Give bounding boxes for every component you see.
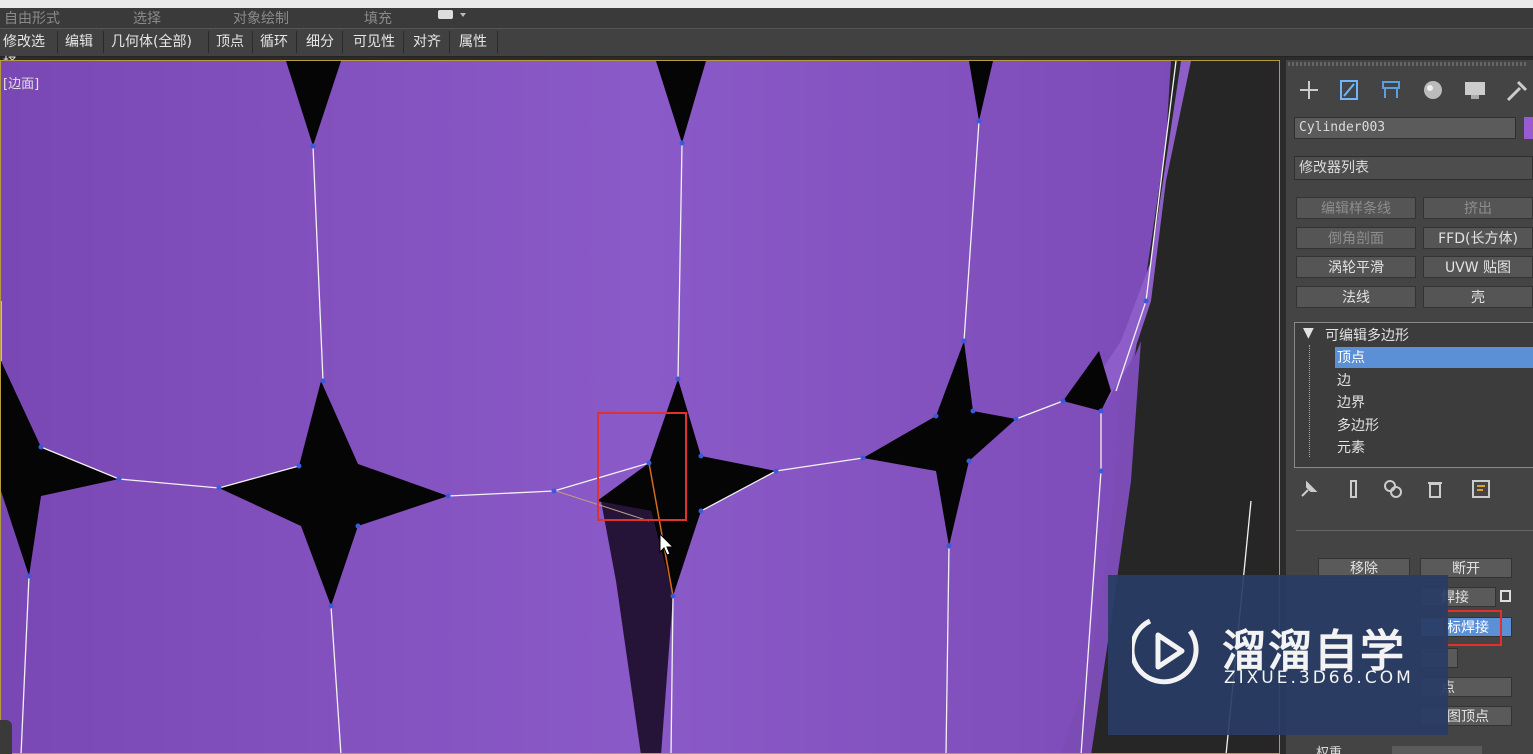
toolbar-edit[interactable]: 编辑 <box>62 31 104 53</box>
stack-item-border[interactable]: 边界 <box>1337 392 1365 412</box>
panel-tabs <box>1286 70 1533 110</box>
object-color-swatch[interactable] <box>1524 117 1533 139</box>
watermark-url: ZIXUE.3D66.COM <box>1224 668 1414 688</box>
modifier-button-normal[interactable]: 法线 <box>1296 286 1416 308</box>
weight-label: 权重 <box>1316 746 1343 754</box>
modifier-button-ffd-box[interactable]: FFD(长方体) <box>1423 227 1533 249</box>
toolbar-align[interactable]: 对齐 <box>410 31 450 53</box>
ribbon-options-icon[interactable] <box>438 8 472 26</box>
modify-icon[interactable] <box>1332 76 1366 104</box>
modifier-button-extrude[interactable]: 挤出 <box>1423 197 1533 219</box>
object-name-field[interactable]: Cylinder003 <box>1294 117 1516 139</box>
toolbar-loops[interactable]: 循环 <box>257 31 297 53</box>
modifier-list-dropdown[interactable]: 修改器列表 <box>1294 156 1533 180</box>
configure-sets-icon[interactable] <box>1470 478 1492 500</box>
expand-triangle-icon[interactable]: ▼ <box>1303 325 1314 341</box>
weld-settings-icon[interactable] <box>1500 590 1511 602</box>
ribbon-tab-object-paint[interactable]: 对象绘制 <box>233 8 289 28</box>
viewport-nav-stub[interactable] <box>0 720 12 754</box>
mouse-cursor-icon <box>659 532 675 561</box>
create-icon[interactable] <box>1290 76 1324 104</box>
toolbar-vertices[interactable]: 顶点 <box>213 31 253 53</box>
panel-grip[interactable] <box>1288 62 1528 66</box>
remove-modifier-icon[interactable] <box>1424 478 1446 500</box>
modifier-button-shell[interactable]: 壳 <box>1423 286 1533 308</box>
ribbon-tab-selection[interactable]: 选择 <box>133 8 161 28</box>
toolbar-properties[interactable]: 属性 <box>456 31 498 53</box>
toolbar-subdivision[interactable]: 细分 <box>303 31 343 53</box>
ribbon-tabs: 自由形式 选择 对象绘制 填充 <box>0 8 1533 28</box>
watermark-overlay: 溜溜自学 ZIXUE.3D66.COM <box>1108 575 1448 735</box>
stack-tools-row <box>1294 478 1529 504</box>
make-unique-icon[interactable] <box>1382 478 1404 500</box>
hierarchy-icon[interactable] <box>1374 76 1408 104</box>
panel-divider <box>1296 530 1533 531</box>
stack-item-edge[interactable]: 边 <box>1337 370 1351 390</box>
stack-item-element[interactable]: 元素 <box>1337 437 1365 457</box>
modifier-button-edit-spline[interactable]: 编辑样条线 <box>1296 197 1416 219</box>
motion-icon[interactable] <box>1416 76 1450 104</box>
target-weld-highlight-box <box>1444 610 1502 646</box>
pin-stack-icon[interactable] <box>1298 478 1320 500</box>
weight-spinner[interactable] <box>1392 746 1482 754</box>
modifier-button-uvw-map[interactable]: UVW 贴图 <box>1423 256 1533 278</box>
watermark-logo-icon <box>1129 615 1202 691</box>
ribbon-tab-freeform[interactable]: 自由形式 <box>4 8 60 28</box>
stack-item-polygon[interactable]: 多边形 <box>1337 415 1379 435</box>
stack-item-vertex[interactable]: 顶点 <box>1337 347 1365 367</box>
display-icon[interactable] <box>1458 76 1492 104</box>
perspective-viewport[interactable]: [边面] <box>0 60 1280 754</box>
toolbar-visibility[interactable]: 可见性 <box>350 31 404 53</box>
show-end-result-icon[interactable] <box>1342 478 1364 500</box>
ribbon-tab-populate[interactable]: 填充 <box>364 8 392 28</box>
toolbar-modify-selection[interactable]: 修改选择 <box>0 31 58 72</box>
stack-root-editable-poly[interactable]: 可编辑多边形 <box>1325 325 1409 345</box>
toolbar-geometry-all[interactable]: 几何体(全部) <box>108 31 209 53</box>
window-top-strip <box>0 0 1533 8</box>
mesh-render <box>1 61 1279 753</box>
graphite-toolbar: 修改选择 编辑 几何体(全部) 顶点 循环 细分 可见性 对齐 属性 <box>0 28 1533 72</box>
modifier-button-bevel-profile[interactable]: 倒角剖面 <box>1296 227 1416 249</box>
modifier-stack: ▼ 可编辑多边形 顶点 边 边界 多边形 元素 <box>1294 322 1533 468</box>
modifier-button-turbosmooth[interactable]: 涡轮平滑 <box>1296 256 1416 278</box>
stack-tree-line <box>1309 345 1311 457</box>
utilities-icon[interactable] <box>1500 76 1533 104</box>
viewport-label[interactable]: [边面] <box>3 73 39 92</box>
